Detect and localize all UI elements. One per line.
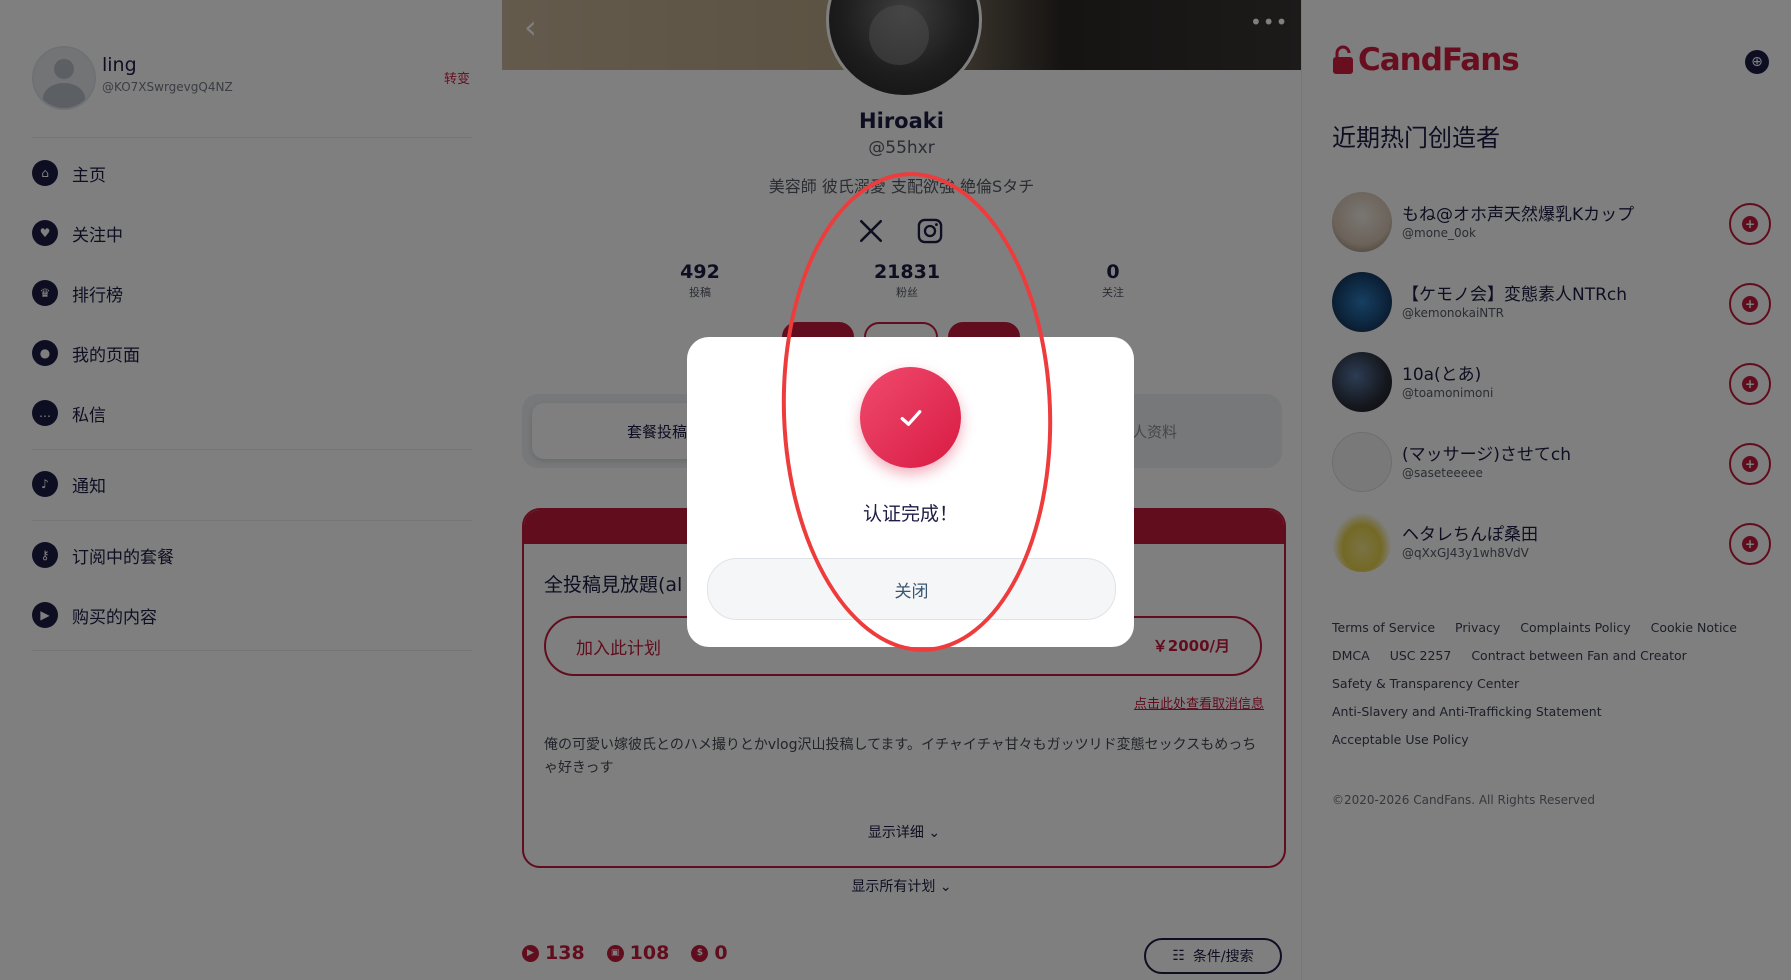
page: ling @KO7XSwrgevgQ4NZ 转变 ⌂ 主页 ♥ 关注中 ♛ 排行… — [0, 0, 1791, 980]
dialog-message: 认证完成！ — [862, 503, 958, 525]
success-check-icon — [860, 367, 961, 468]
close-button[interactable]: 关闭 — [707, 558, 1116, 620]
verification-complete-dialog: 认证完成！ 关闭 — [687, 337, 1134, 647]
